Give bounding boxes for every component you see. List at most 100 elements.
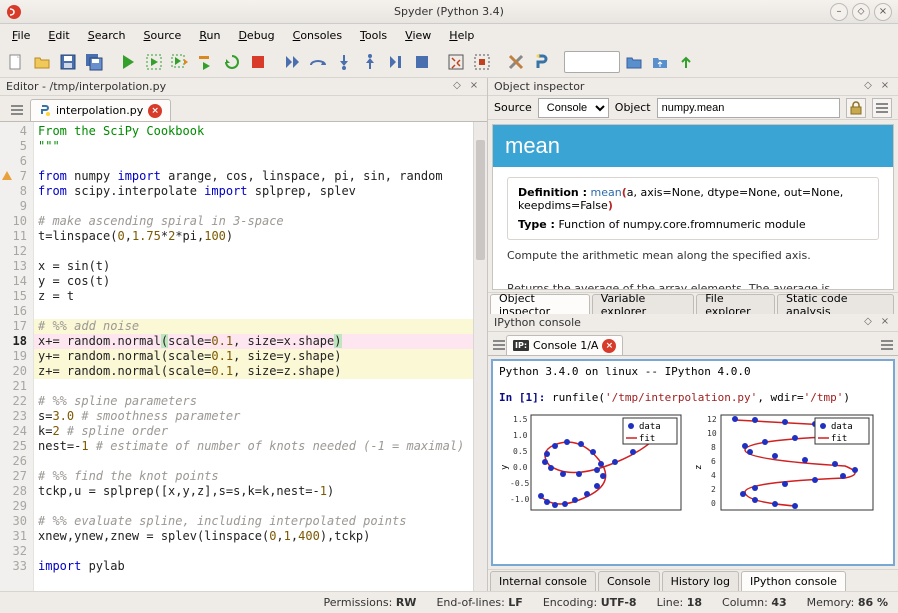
code-editor[interactable]: 4567891011121314151617181920212223242526…: [0, 122, 487, 591]
tab-variable-explorer[interactable]: Variable explorer: [592, 294, 694, 314]
line-gutter: 4567891011121314151617181920212223242526…: [0, 122, 34, 591]
preferences-button[interactable]: [504, 50, 528, 74]
menu-run[interactable]: Run: [191, 27, 228, 44]
doc-heading: mean: [493, 125, 893, 167]
new-file-button[interactable]: [4, 50, 28, 74]
pane-close-icon[interactable]: ×: [878, 316, 892, 330]
browse-dir-button[interactable]: [622, 50, 646, 74]
pythonpath-button[interactable]: [530, 50, 554, 74]
svg-text:12: 12: [707, 415, 717, 424]
svg-text:1.0: 1.0: [513, 431, 528, 440]
source-select[interactable]: Console: [538, 98, 609, 118]
plot-2: z 121086420 data fit: [695, 410, 880, 520]
menu-bar: FileEditSearchSourceRunDebugConsolesTool…: [0, 24, 898, 46]
menu-edit[interactable]: Edit: [40, 27, 77, 44]
run-cell-button[interactable]: [142, 50, 166, 74]
object-input[interactable]: [657, 98, 840, 118]
svg-text:1.5: 1.5: [513, 415, 528, 424]
editor-tab[interactable]: interpolation.py ×: [30, 99, 171, 121]
svg-text:2: 2: [711, 485, 716, 494]
ipython-banner: Python 3.4.0 on linux -- IPython 4.0.0: [499, 365, 887, 378]
svg-text:-1.0: -1.0: [510, 495, 529, 504]
parent-dir-button[interactable]: [648, 50, 672, 74]
tab-internal-console[interactable]: Internal console: [490, 571, 596, 591]
svg-text:z: z: [695, 465, 704, 470]
kill-button[interactable]: [246, 50, 270, 74]
menu-source[interactable]: Source: [136, 27, 190, 44]
svg-text:y: y: [500, 464, 510, 470]
continue-button[interactable]: [384, 50, 408, 74]
options-icon[interactable]: [872, 98, 892, 118]
menu-help[interactable]: Help: [441, 27, 482, 44]
editor-pane-header: Editor - /tmp/interpolation.py ◇ ×: [0, 78, 487, 96]
menu-search[interactable]: Search: [80, 27, 134, 44]
maximize-button[interactable]: ⬦: [852, 3, 870, 21]
console-tab-label: Console 1/A: [533, 339, 598, 352]
working-dir-combo[interactable]: [564, 51, 620, 73]
svg-text:0: 0: [711, 499, 716, 508]
menu-consoles[interactable]: Consoles: [285, 27, 350, 44]
menu-debug[interactable]: Debug: [230, 27, 282, 44]
editor-scrollbar[interactable]: [473, 122, 487, 591]
minimize-button[interactable]: –: [830, 3, 848, 21]
menu-tools[interactable]: Tools: [352, 27, 395, 44]
options-icon[interactable]: [880, 338, 894, 355]
run-cell-advance-button[interactable]: [168, 50, 192, 74]
tab-list-button[interactable]: [492, 338, 506, 355]
pane-options-icon[interactable]: ◇: [861, 316, 875, 330]
right-top-tabs: Object inspectorVariable explorerFile ex…: [488, 292, 898, 314]
pane-close-icon[interactable]: ×: [878, 80, 892, 94]
stop-debug-button[interactable]: [410, 50, 434, 74]
svg-text:data: data: [639, 422, 661, 432]
svg-text:fit: fit: [639, 434, 655, 444]
open-file-button[interactable]: [30, 50, 54, 74]
doc-panel: mean Definition : mean(a, axis=None, dty…: [492, 124, 894, 290]
maximize-pane-button[interactable]: [444, 50, 468, 74]
pane-options-icon[interactable]: ◇: [861, 80, 875, 94]
title-bar: Spyder (Python 3.4) – ⬦ ×: [0, 0, 898, 24]
step-over-button[interactable]: [306, 50, 330, 74]
tab-history-log[interactable]: History log: [662, 571, 739, 591]
editor-tab-label: interpolation.py: [56, 104, 143, 117]
tab-list-button[interactable]: [4, 99, 30, 121]
main-toolbar: [0, 46, 898, 78]
ipython-tabs: IP: Console 1/A ×: [488, 332, 898, 356]
close-button[interactable]: ×: [874, 3, 892, 21]
debug-button[interactable]: [280, 50, 304, 74]
pane-options-icon[interactable]: ◇: [450, 80, 464, 94]
tab-object-inspector[interactable]: Object inspector: [490, 294, 590, 314]
dir-up-button[interactable]: [674, 50, 698, 74]
ipython-pane-title: IPython console: [494, 316, 581, 329]
menu-view[interactable]: View: [397, 27, 439, 44]
close-tab-icon[interactable]: ×: [602, 339, 616, 353]
svg-text:8: 8: [711, 443, 716, 452]
lock-icon[interactable]: [846, 98, 866, 118]
status-bar: Permissions: RW End-of-lines: LF Encodin…: [0, 591, 898, 613]
code-area[interactable]: From the SciPy Cookbook"""from numpy imp…: [34, 122, 487, 591]
doc-body: Compute the arithmetic mean along the sp…: [493, 248, 893, 290]
save-all-button[interactable]: [82, 50, 106, 74]
tab-file-explorer[interactable]: File explorer: [696, 294, 775, 314]
run-again-button[interactable]: [220, 50, 244, 74]
svg-text:0.0: 0.0: [513, 463, 528, 472]
inspector-pane-header: Object inspector ◇ ×: [488, 78, 898, 96]
close-tab-icon[interactable]: ×: [148, 104, 162, 118]
pane-close-icon[interactable]: ×: [467, 80, 481, 94]
console-tab[interactable]: IP: Console 1/A ×: [506, 335, 623, 355]
python-file-icon: [39, 105, 51, 117]
fullscreen-button[interactable]: [470, 50, 494, 74]
ipython-output[interactable]: Python 3.4.0 on linux -- IPython 4.0.0 I…: [491, 359, 895, 566]
save-button[interactable]: [56, 50, 80, 74]
svg-text:4: 4: [711, 471, 716, 480]
tab-console[interactable]: Console: [598, 571, 660, 591]
tab-ipython-console[interactable]: IPython console: [741, 571, 846, 591]
run-button[interactable]: [116, 50, 140, 74]
menu-file[interactable]: File: [4, 27, 38, 44]
svg-text:fit: fit: [831, 434, 847, 444]
step-out-button[interactable]: [358, 50, 382, 74]
editor-tabs: interpolation.py ×: [0, 96, 487, 122]
run-selection-button[interactable]: [194, 50, 218, 74]
step-into-button[interactable]: [332, 50, 356, 74]
tab-static-code-analysis[interactable]: Static code analysis: [777, 294, 894, 314]
svg-text:6: 6: [711, 457, 716, 466]
